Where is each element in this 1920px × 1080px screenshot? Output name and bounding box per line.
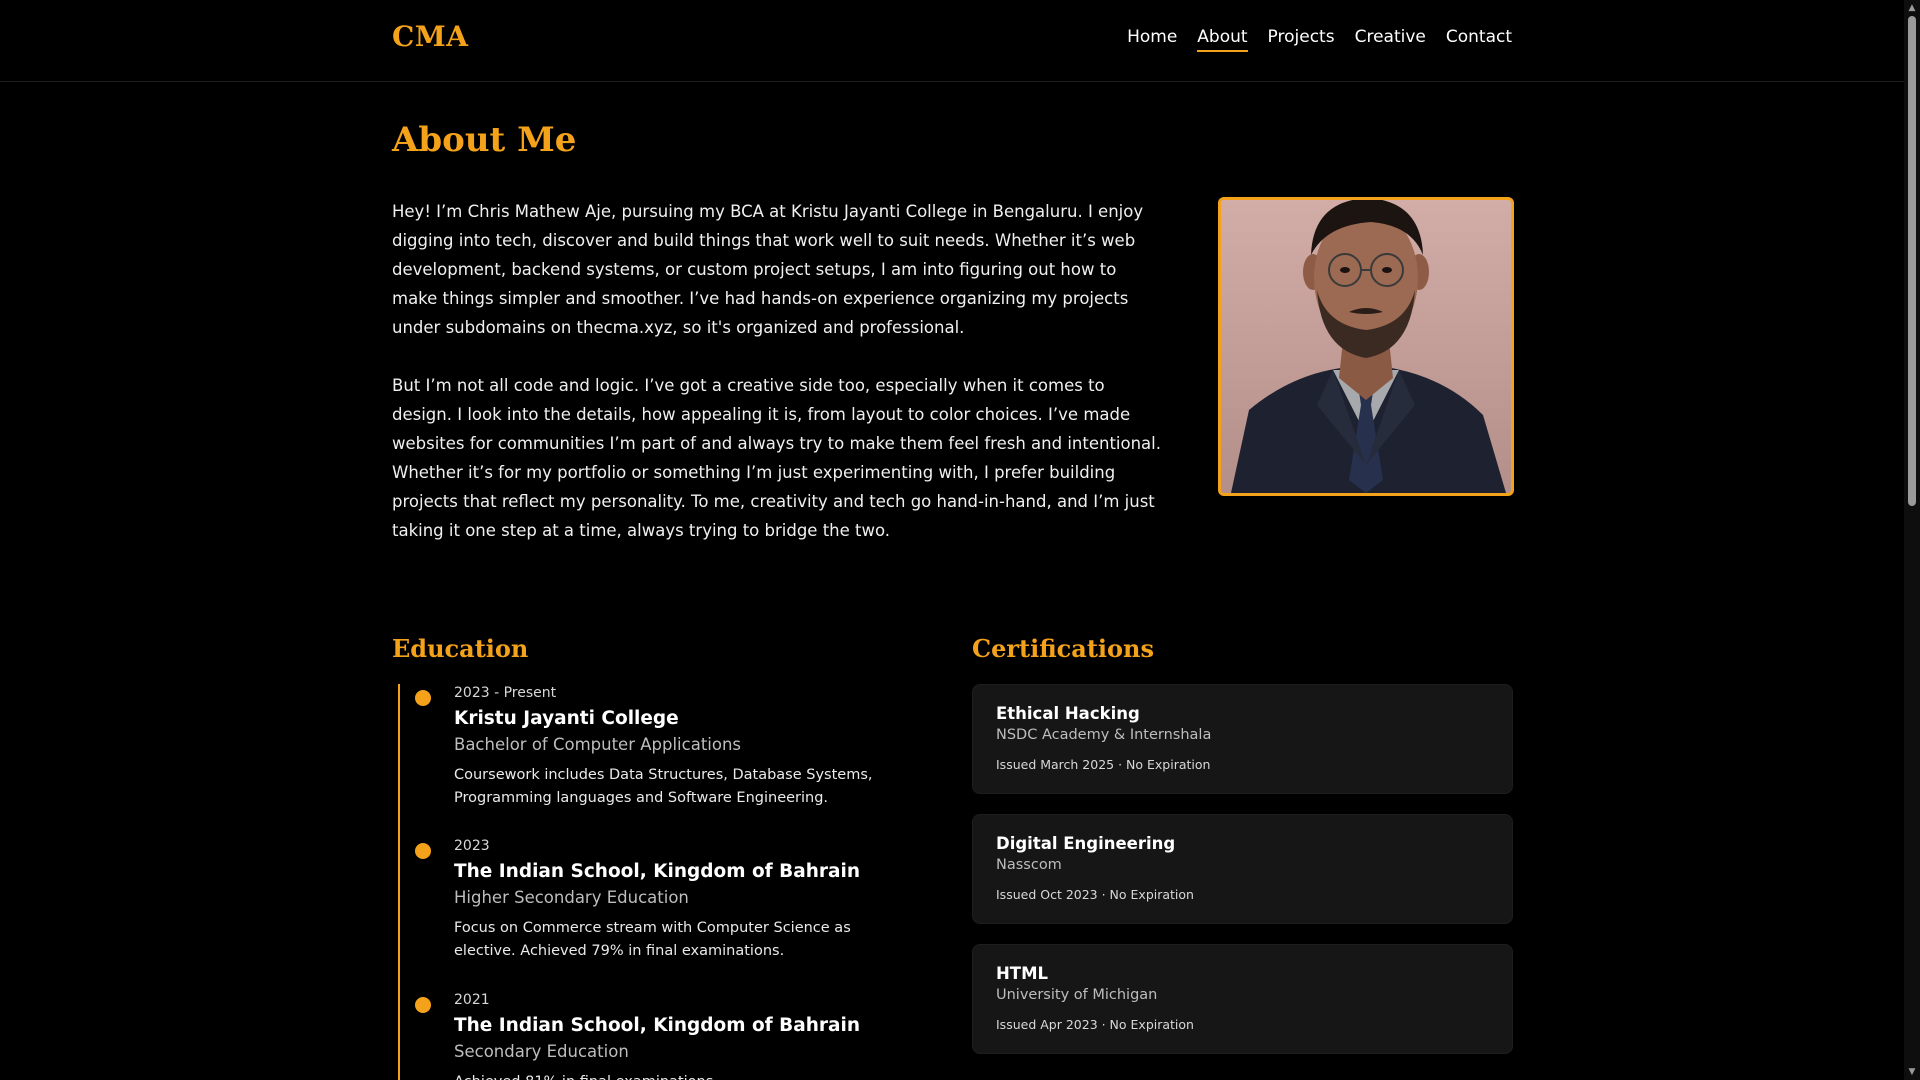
education-year: 2021 bbox=[454, 992, 490, 1008]
scroll-up-arrow-icon[interactable]: ▲ bbox=[1904, 0, 1920, 16]
certification-issued: Issued Apr 2023 · No Expiration bbox=[996, 1017, 1194, 1032]
profile-photo-icon bbox=[1221, 200, 1511, 493]
certification-card[interactable]: HTML University of Michigan Issued Apr 2… bbox=[972, 944, 1513, 1054]
certification-issuer: NSDC Academy & Internshala bbox=[996, 727, 1212, 743]
certification-issued: Issued Oct 2023 · No Expiration bbox=[996, 887, 1194, 902]
nav-home[interactable]: Home bbox=[1127, 27, 1177, 52]
site-header: CMA Home About Projects Creative Contact bbox=[0, 0, 1904, 82]
education-degree: Secondary Education bbox=[454, 1042, 629, 1061]
about-paragraph-1: Hey! I’m Chris Mathew Aje, pursuing my B… bbox=[392, 202, 1144, 337]
certification-card[interactable]: Digital Engineering Nasscom Issued Oct 2… bbox=[972, 814, 1513, 924]
education-description: Coursework includes Data Structures, Dat… bbox=[454, 767, 873, 806]
education-school: The Indian School, Kingdom of Bahrain bbox=[454, 1015, 861, 1036]
scrollbar-thumb[interactable] bbox=[1908, 16, 1916, 506]
timeline-dot-icon bbox=[415, 843, 431, 859]
certification-issuer: Nasscom bbox=[996, 857, 1062, 873]
site-logo[interactable]: CMA bbox=[392, 20, 469, 53]
education-year: 2023 - Present bbox=[454, 685, 557, 701]
education-school: The Indian School, Kingdom of Bahrain bbox=[454, 861, 861, 882]
nav-creative[interactable]: Creative bbox=[1355, 27, 1426, 52]
education-degree: Higher Secondary Education bbox=[454, 888, 689, 907]
certification-name: Digital Engineering bbox=[996, 834, 1176, 853]
education-timeline: 2023 - Present Kristu Jayanti College Ba… bbox=[398, 684, 918, 1080]
certification-issued: Issued March 2025 · No Expiration bbox=[996, 757, 1211, 772]
education-description: Focus on Commerce stream with Computer S… bbox=[454, 920, 851, 959]
education-description: Achieved 81% in final examinations. bbox=[454, 1071, 914, 1080]
certification-issuer: University of Michigan bbox=[996, 987, 1158, 1003]
education-degree: Bachelor of Computer Applications bbox=[454, 735, 742, 754]
nav-about[interactable]: About bbox=[1197, 27, 1248, 52]
profile-photo bbox=[1218, 197, 1514, 496]
about-text: Hey! I’m Chris Mathew Aje, pursuing my B… bbox=[392, 197, 1162, 545]
education-school: Kristu Jayanti College bbox=[454, 708, 679, 729]
vertical-scrollbar[interactable]: ▲ ▼ bbox=[1904, 0, 1920, 1080]
certifications-title: Certifications bbox=[972, 634, 1155, 663]
about-paragraph-2: But I’m not all code and logic. I’ve got… bbox=[392, 376, 1161, 540]
page: CMA Home About Projects Creative Contact… bbox=[0, 0, 1920, 1080]
education-year: 2023 bbox=[454, 838, 490, 854]
nav-projects[interactable]: Projects bbox=[1268, 27, 1335, 52]
certification-card[interactable]: Ethical Hacking NSDC Academy & Internsha… bbox=[972, 684, 1513, 794]
main-nav: Home About Projects Creative Contact bbox=[1127, 27, 1512, 52]
education-title: Education bbox=[392, 634, 529, 663]
nav-contact[interactable]: Contact bbox=[1446, 27, 1512, 52]
about-title: About Me bbox=[392, 120, 577, 160]
certification-name: HTML bbox=[996, 964, 1048, 983]
scroll-down-arrow-icon[interactable]: ▼ bbox=[1904, 1064, 1920, 1080]
certification-name: Ethical Hacking bbox=[996, 704, 1140, 723]
timeline-dot-icon bbox=[415, 997, 431, 1013]
timeline-dot-icon bbox=[415, 690, 431, 706]
